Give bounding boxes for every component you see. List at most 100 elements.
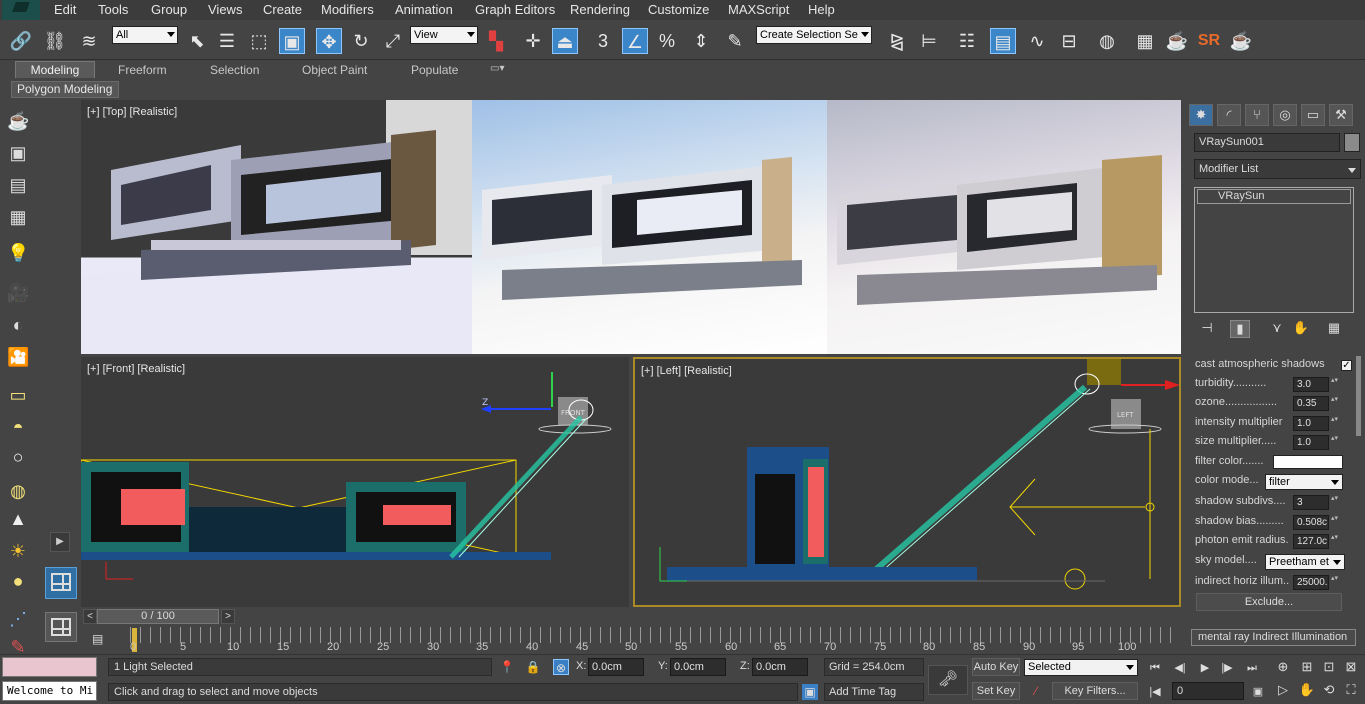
pan-view-icon[interactable]: ✋	[1298, 681, 1316, 699]
select-by-name-icon[interactable]: ☰	[214, 28, 240, 54]
maxscript-mini-listener[interactable]	[2, 657, 97, 677]
previous-frame-icon[interactable]: ◀|	[1172, 660, 1188, 676]
quick-render-icon[interactable]: ☕	[1228, 28, 1254, 54]
scene-explorer-icon[interactable]: ▤	[990, 28, 1016, 54]
go-to-start-icon[interactable]: ⏮	[1147, 660, 1163, 676]
keyboard-shortcut-override-icon[interactable]: ⏏	[552, 28, 578, 54]
menu-views[interactable]: Views	[208, 2, 242, 17]
z-coordinate-field[interactable]: 0.0cm	[752, 658, 808, 676]
indirect-horiz-illum-spinner[interactable]: 25000.	[1293, 575, 1338, 590]
menu-tools[interactable]: Tools	[98, 2, 128, 17]
mini-curve-editor-icon[interactable]: ▤	[92, 632, 110, 648]
play-icon[interactable]: ▶	[1197, 660, 1213, 676]
menu-rendering[interactable]: Rendering	[570, 2, 630, 17]
viewport-top[interactable]: [+] [Top] [Realistic]	[81, 100, 1181, 354]
link-icon[interactable]: 🔗	[8, 28, 34, 54]
orbit-icon[interactable]: ⟲	[1320, 681, 1338, 699]
pin-stack-icon[interactable]: ⊣	[1197, 320, 1217, 338]
tab-create[interactable]: ✸	[1189, 104, 1213, 126]
tab-object-paint[interactable]: Object Paint	[302, 63, 367, 77]
shadow-subdivs-spinner[interactable]: 3	[1293, 495, 1338, 510]
teapot-icon[interactable]: ☕	[7, 110, 29, 132]
camera-icon[interactable]: 🎥	[7, 282, 29, 304]
tab-motion[interactable]: ◎	[1273, 104, 1297, 126]
modifier-stack[interactable]: VRaySun	[1194, 187, 1354, 313]
list-icon[interactable]: ▤	[7, 174, 29, 196]
viewport-front[interactable]: [+] [Front] [Realistic] Z FRONT	[81, 357, 629, 607]
sr-render-button[interactable]: SR	[1196, 28, 1222, 54]
bind-space-warp-icon[interactable]: ≋	[76, 28, 102, 54]
percent-snap-icon[interactable]: %	[654, 28, 680, 54]
app-logo-icon[interactable]	[2, 0, 40, 20]
viewport-left[interactable]: [+] [Left] [Realistic] LEFT	[633, 357, 1181, 607]
absolute-mode-icon[interactable]: ⊗	[553, 659, 569, 675]
named-selection-set-dropdown[interactable]: Create Selection Se	[756, 26, 872, 44]
object-color-swatch[interactable]	[1344, 133, 1360, 152]
next-frame-icon[interactable]: |▶	[1219, 660, 1235, 676]
sphere-half-icon[interactable]: ◐	[7, 314, 29, 336]
tab-freeform[interactable]: Freeform	[118, 63, 167, 77]
configure-sets-icon[interactable]: ▦	[1324, 320, 1344, 338]
pivot-center-icon[interactable]: ▚	[483, 28, 509, 54]
show-end-result-icon[interactable]: ▮	[1230, 320, 1250, 338]
viewport-layout-button[interactable]	[45, 567, 77, 599]
select-and-manipulate-icon[interactable]: ✛	[520, 28, 546, 54]
auto-key-button[interactable]: Auto Key	[972, 658, 1020, 676]
tab-populate[interactable]: Populate	[411, 63, 458, 77]
select-and-rotate-icon[interactable]: ↻	[348, 28, 374, 54]
y-coordinate-field[interactable]: 0.0cm	[670, 658, 726, 676]
zoom-extents-all-icon[interactable]: ⊠	[1342, 658, 1360, 676]
turbidity-spinner[interactable]: 3.0	[1293, 377, 1338, 392]
ozone-spinner[interactable]: 0.35	[1293, 396, 1338, 411]
selection-filter-dropdown[interactable]: All	[112, 26, 178, 44]
viewport-front-label[interactable]: [+] [Front] [Realistic]	[87, 363, 185, 375]
viewport-layout-alt-button[interactable]	[45, 612, 77, 642]
menu-customize[interactable]: Customize	[648, 2, 709, 17]
key-tangent-icon[interactable]: ⁄	[1028, 683, 1044, 699]
viewport-top-label[interactable]: [+] [Top] [Realistic]	[87, 106, 177, 118]
select-and-move-icon[interactable]: ✥	[316, 28, 342, 54]
isolate-selection-icon[interactable]: 📍	[499, 659, 515, 675]
key-mode-toggle-icon[interactable]: |◀	[1147, 684, 1163, 700]
mental-ray-indirect-illumination-rollout[interactable]: mental ray Indirect Illumination	[1191, 629, 1356, 646]
ball-icon[interactable]: ●	[7, 570, 29, 592]
menu-help[interactable]: Help	[808, 2, 835, 17]
curve-editor-icon[interactable]: ∿	[1024, 28, 1050, 54]
filter-color-swatch[interactable]	[1273, 455, 1343, 469]
snaps-toggle-icon[interactable]: 3	[590, 28, 616, 54]
field-of-view-icon[interactable]: ▷	[1274, 681, 1292, 699]
select-and-scale-icon[interactable]: ⤢	[380, 28, 406, 54]
select-object-icon[interactable]: ⬉	[184, 28, 210, 54]
stack-item-vraysun[interactable]: VRaySun	[1197, 189, 1351, 204]
rectangular-selection-icon[interactable]: ⬚	[246, 28, 272, 54]
remove-modifier-icon[interactable]: ✋	[1291, 320, 1311, 338]
reference-coordinate-dropdown[interactable]: View	[410, 26, 478, 44]
expand-panel-button[interactable]: ▶	[50, 532, 70, 552]
unlink-icon[interactable]: ⛓	[42, 28, 68, 54]
time-slider-prev-button[interactable]: <	[83, 609, 97, 624]
sun-icon[interactable]: ☀	[7, 540, 29, 562]
mirror-icon[interactable]: ⧎	[884, 28, 910, 54]
time-configuration-icon[interactable]: ▣	[1250, 684, 1266, 700]
video-camera-icon[interactable]: 🎦	[7, 346, 29, 368]
menu-animation[interactable]: Animation	[395, 2, 453, 17]
make-unique-icon[interactable]: ⋎	[1267, 320, 1287, 338]
x-coordinate-field[interactable]: 0.0cm	[588, 658, 644, 676]
angle-snap-icon[interactable]: ∠	[622, 28, 648, 54]
window-crossing-icon[interactable]: ▣	[279, 28, 305, 54]
layer-manager-icon[interactable]: ☷	[954, 28, 980, 54]
cone-icon[interactable]: ▲	[7, 508, 29, 530]
tab-display[interactable]: ▭	[1301, 104, 1325, 126]
geosphere-icon[interactable]: ◍	[7, 480, 29, 502]
menu-group[interactable]: Group	[151, 2, 187, 17]
tab-utilities[interactable]: ⚒	[1329, 104, 1353, 126]
zoom-all-icon[interactable]: ⊞	[1298, 658, 1316, 676]
dome-icon[interactable]: ◓	[7, 416, 29, 438]
shadow-bias-spinner[interactable]: 0.508c	[1293, 515, 1338, 530]
plane-icon[interactable]: ▭	[7, 384, 29, 406]
viewport-left-label[interactable]: [+] [Left] [Realistic]	[641, 365, 732, 377]
color-mode-dropdown[interactable]: filter	[1265, 474, 1343, 490]
align-icon[interactable]: ⊨	[916, 28, 942, 54]
maximize-viewport-icon[interactable]: ⛶	[1342, 681, 1360, 699]
zoom-icon[interactable]: ⊕	[1274, 658, 1292, 676]
